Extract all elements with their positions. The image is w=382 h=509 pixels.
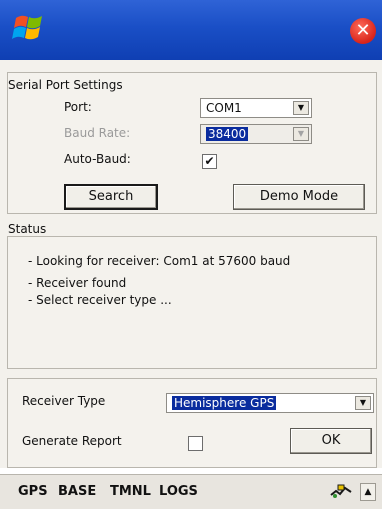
chevron-down-icon[interactable]: ▼: [355, 396, 371, 410]
generate-report-label: Generate Report: [22, 434, 122, 448]
chevron-up-icon[interactable]: ▲: [360, 483, 376, 501]
serial-port-title: Serial Port Settings: [8, 78, 123, 92]
receiver-type-value: Hemisphere GPS: [172, 396, 277, 410]
receiver-type-combobox[interactable]: Hemisphere GPS ▼: [166, 393, 374, 413]
gps-tray-icon[interactable]: [330, 483, 352, 499]
taskbar-item-base[interactable]: BASE: [58, 484, 96, 499]
taskbar: GPS BASE TMNL LOGS ▲: [0, 474, 382, 509]
taskbar-item-tmnl[interactable]: TMNL: [110, 484, 151, 499]
auto-baud-checkbox[interactable]: ✔: [202, 154, 217, 169]
port-value: COM1: [206, 101, 242, 115]
status-title: Status: [8, 222, 47, 236]
status-line: - Looking for receiver: Com1 at 57600 ba…: [28, 254, 291, 268]
search-button[interactable]: Search: [64, 184, 158, 210]
ok-button[interactable]: OK: [290, 428, 372, 454]
receiver-type-label: Receiver Type: [22, 394, 106, 408]
status-line: - Receiver found: [28, 276, 127, 290]
generate-report-checkbox[interactable]: [188, 436, 203, 451]
demo-mode-button[interactable]: Demo Mode: [233, 184, 365, 210]
windows-flag-icon[interactable]: [12, 10, 46, 44]
port-combobox[interactable]: COM1 ▼: [200, 98, 312, 118]
chevron-down-icon[interactable]: ▼: [293, 127, 309, 141]
taskbar-item-gps[interactable]: GPS: [18, 484, 48, 499]
main-panel: Serial Port Settings Port: COM1 ▼ Baud R…: [0, 60, 382, 468]
taskbar-item-logs[interactable]: LOGS: [159, 484, 198, 499]
baud-rate-combobox[interactable]: 38400 ▼: [200, 124, 312, 144]
close-button[interactable]: ✕: [350, 18, 376, 44]
port-label: Port:: [64, 100, 92, 114]
receiver-group: [7, 378, 377, 468]
title-bar: ✕: [0, 0, 382, 60]
baud-rate-label: Baud Rate:: [64, 126, 131, 140]
auto-baud-label: Auto-Baud:: [64, 152, 131, 166]
chevron-down-icon[interactable]: ▼: [293, 101, 309, 115]
status-line: - Select receiver type ...: [28, 293, 172, 307]
baud-rate-value: 38400: [206, 127, 249, 141]
